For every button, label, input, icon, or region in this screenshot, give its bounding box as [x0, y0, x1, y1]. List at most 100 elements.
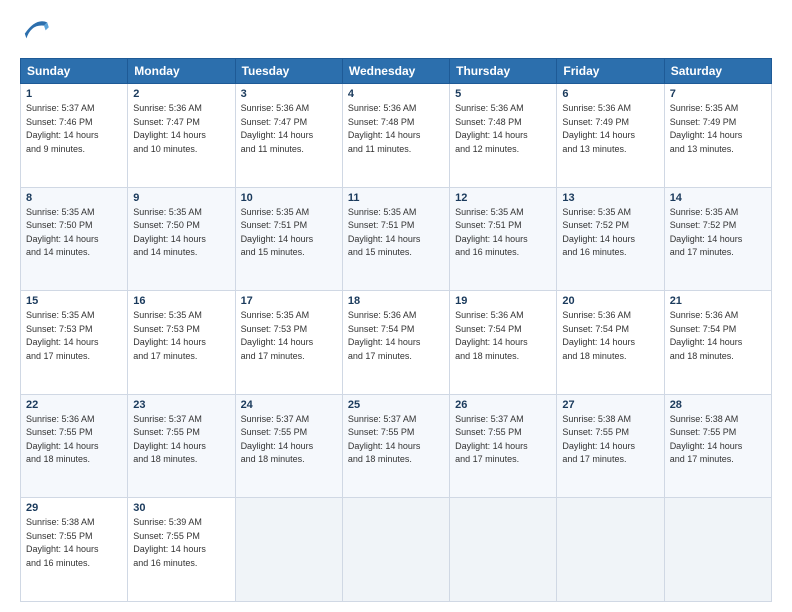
header — [20, 16, 772, 48]
day-number: 30 — [133, 502, 229, 514]
day-info: Sunrise: 5:37 AMSunset: 7:55 PMDaylight:… — [241, 413, 337, 467]
day-cell: 12Sunrise: 5:35 AMSunset: 7:51 PMDayligh… — [450, 187, 557, 291]
day-info: Sunrise: 5:36 AMSunset: 7:48 PMDaylight:… — [455, 102, 551, 156]
day-cell: 15 Sunrise: 5:35 AMSunset: 7:53 PMDayligh… — [21, 291, 128, 395]
day-number: 6 — [562, 88, 658, 100]
day-cell: 25 Sunrise: 5:37 AMSunset: 7:55 PMDayligh… — [342, 394, 449, 498]
day-info: Sunrise: 5:39 AMSunset: 7:55 PMDaylight:… — [133, 516, 229, 570]
day-number: 4 — [348, 88, 444, 100]
day-cell: 18 Sunrise: 5:36 AMSunset: 7:54 PMDayligh… — [342, 291, 449, 395]
day-cell: 6 Sunrise: 5:36 AMSunset: 7:49 PMDaylight… — [557, 84, 664, 188]
day-number: 15 — [26, 295, 122, 307]
day-cell: 5 Sunrise: 5:36 AMSunset: 7:48 PMDaylight… — [450, 84, 557, 188]
day-number: 11 — [348, 192, 444, 204]
col-header-friday: Friday — [557, 59, 664, 84]
week-row-2: 8Sunrise: 5:35 AMSunset: 7:50 PMDaylight… — [21, 187, 772, 291]
day-number: 27 — [562, 399, 658, 411]
day-cell: 20 Sunrise: 5:36 AMSunset: 7:54 PMDayligh… — [557, 291, 664, 395]
day-info: Sunrise: 5:38 AMSunset: 7:55 PMDaylight:… — [562, 413, 658, 467]
col-header-saturday: Saturday — [664, 59, 771, 84]
day-number: 12 — [455, 192, 551, 204]
header-row: SundayMondayTuesdayWednesdayThursdayFrid… — [21, 59, 772, 84]
day-number: 24 — [241, 399, 337, 411]
day-info: Sunrise: 5:35 AMSunset: 7:50 PMDaylight:… — [133, 206, 229, 260]
day-cell — [235, 498, 342, 602]
day-info: Sunrise: 5:35 AMSunset: 7:51 PMDaylight:… — [348, 206, 444, 260]
day-number: 20 — [562, 295, 658, 307]
page: SundayMondayTuesdayWednesdayThursdayFrid… — [0, 0, 792, 612]
logo-icon — [20, 16, 52, 48]
col-header-tuesday: Tuesday — [235, 59, 342, 84]
day-cell: 3 Sunrise: 5:36 AMSunset: 7:47 PMDaylight… — [235, 84, 342, 188]
day-number: 1 — [26, 88, 122, 100]
day-cell — [557, 498, 664, 602]
day-number: 29 — [26, 502, 122, 514]
day-info: Sunrise: 5:36 AMSunset: 7:47 PMDaylight:… — [241, 102, 337, 156]
col-header-sunday: Sunday — [21, 59, 128, 84]
day-number: 14 — [670, 192, 766, 204]
day-number: 25 — [348, 399, 444, 411]
day-cell — [664, 498, 771, 602]
day-number: 13 — [562, 192, 658, 204]
day-cell: 1 Sunrise: 5:37 AMSunset: 7:46 PMDaylight… — [21, 84, 128, 188]
day-info: Sunrise: 5:36 AMSunset: 7:48 PMDaylight:… — [348, 102, 444, 156]
day-cell: 9Sunrise: 5:35 AMSunset: 7:50 PMDaylight… — [128, 187, 235, 291]
col-header-wednesday: Wednesday — [342, 59, 449, 84]
day-number: 10 — [241, 192, 337, 204]
day-cell — [450, 498, 557, 602]
day-info: Sunrise: 5:37 AMSunset: 7:55 PMDaylight:… — [133, 413, 229, 467]
week-row-1: 1 Sunrise: 5:37 AMSunset: 7:46 PMDaylight… — [21, 84, 772, 188]
day-info: Sunrise: 5:36 AMSunset: 7:54 PMDaylight:… — [348, 309, 444, 363]
day-info: Sunrise: 5:37 AMSunset: 7:46 PMDaylight:… — [26, 102, 122, 156]
day-number: 26 — [455, 399, 551, 411]
day-cell: 10 Sunrise: 5:35 AMSunset: 7:51 PMDayligh… — [235, 187, 342, 291]
day-info: Sunrise: 5:36 AMSunset: 7:55 PMDaylight:… — [26, 413, 122, 467]
day-cell: 17Sunrise: 5:35 AMSunset: 7:53 PMDayligh… — [235, 291, 342, 395]
day-cell: 29 Sunrise: 5:38 AMSunset: 7:55 PMDayligh… — [21, 498, 128, 602]
day-cell: 7 Sunrise: 5:35 AMSunset: 7:49 PMDaylight… — [664, 84, 771, 188]
day-number: 21 — [670, 295, 766, 307]
day-info: Sunrise: 5:35 AMSunset: 7:53 PMDaylight:… — [26, 309, 122, 363]
day-number: 17 — [241, 295, 337, 307]
col-header-monday: Monday — [128, 59, 235, 84]
col-header-thursday: Thursday — [450, 59, 557, 84]
day-cell: 24 Sunrise: 5:37 AMSunset: 7:55 PMDayligh… — [235, 394, 342, 498]
day-number: 28 — [670, 399, 766, 411]
day-info: Sunrise: 5:35 AMSunset: 7:53 PMDaylight:… — [133, 309, 229, 363]
week-row-4: 22 Sunrise: 5:36 AMSunset: 7:55 PMDayligh… — [21, 394, 772, 498]
day-number: 22 — [26, 399, 122, 411]
day-info: Sunrise: 5:35 AMSunset: 7:52 PMDaylight:… — [562, 206, 658, 260]
day-cell: 8Sunrise: 5:35 AMSunset: 7:50 PMDaylight… — [21, 187, 128, 291]
day-cell: 16Sunrise: 5:35 AMSunset: 7:53 PMDayligh… — [128, 291, 235, 395]
day-cell: 28 Sunrise: 5:38 AMSunset: 7:55 PMDayligh… — [664, 394, 771, 498]
day-cell — [342, 498, 449, 602]
day-info: Sunrise: 5:36 AMSunset: 7:54 PMDaylight:… — [562, 309, 658, 363]
day-cell: 2 Sunrise: 5:36 AMSunset: 7:47 PMDaylight… — [128, 84, 235, 188]
day-info: Sunrise: 5:38 AMSunset: 7:55 PMDaylight:… — [670, 413, 766, 467]
day-info: Sunrise: 5:36 AMSunset: 7:49 PMDaylight:… — [562, 102, 658, 156]
day-number: 7 — [670, 88, 766, 100]
day-cell: 4 Sunrise: 5:36 AMSunset: 7:48 PMDaylight… — [342, 84, 449, 188]
day-info: Sunrise: 5:36 AMSunset: 7:47 PMDaylight:… — [133, 102, 229, 156]
day-number: 5 — [455, 88, 551, 100]
day-info: Sunrise: 5:35 AMSunset: 7:51 PMDaylight:… — [241, 206, 337, 260]
day-cell: 22 Sunrise: 5:36 AMSunset: 7:55 PMDayligh… — [21, 394, 128, 498]
day-info: Sunrise: 5:36 AMSunset: 7:54 PMDaylight:… — [455, 309, 551, 363]
day-number: 18 — [348, 295, 444, 307]
day-info: Sunrise: 5:35 AMSunset: 7:49 PMDaylight:… — [670, 102, 766, 156]
day-cell: 14Sunrise: 5:35 AMSunset: 7:52 PMDayligh… — [664, 187, 771, 291]
day-cell: 27 Sunrise: 5:38 AMSunset: 7:55 PMDayligh… — [557, 394, 664, 498]
day-info: Sunrise: 5:38 AMSunset: 7:55 PMDaylight:… — [26, 516, 122, 570]
calendar-table: SundayMondayTuesdayWednesdayThursdayFrid… — [20, 58, 772, 602]
day-cell: 11 Sunrise: 5:35 AMSunset: 7:51 PMDayligh… — [342, 187, 449, 291]
day-info: Sunrise: 5:35 AMSunset: 7:50 PMDaylight:… — [26, 206, 122, 260]
day-cell: 23Sunrise: 5:37 AMSunset: 7:55 PMDayligh… — [128, 394, 235, 498]
day-info: Sunrise: 5:37 AMSunset: 7:55 PMDaylight:… — [348, 413, 444, 467]
day-info: Sunrise: 5:37 AMSunset: 7:55 PMDaylight:… — [455, 413, 551, 467]
day-cell: 26 Sunrise: 5:37 AMSunset: 7:55 PMDayligh… — [450, 394, 557, 498]
day-cell: 19 Sunrise: 5:36 AMSunset: 7:54 PMDayligh… — [450, 291, 557, 395]
day-number: 19 — [455, 295, 551, 307]
day-cell: 21Sunrise: 5:36 AMSunset: 7:54 PMDayligh… — [664, 291, 771, 395]
day-number: 2 — [133, 88, 229, 100]
day-number: 3 — [241, 88, 337, 100]
